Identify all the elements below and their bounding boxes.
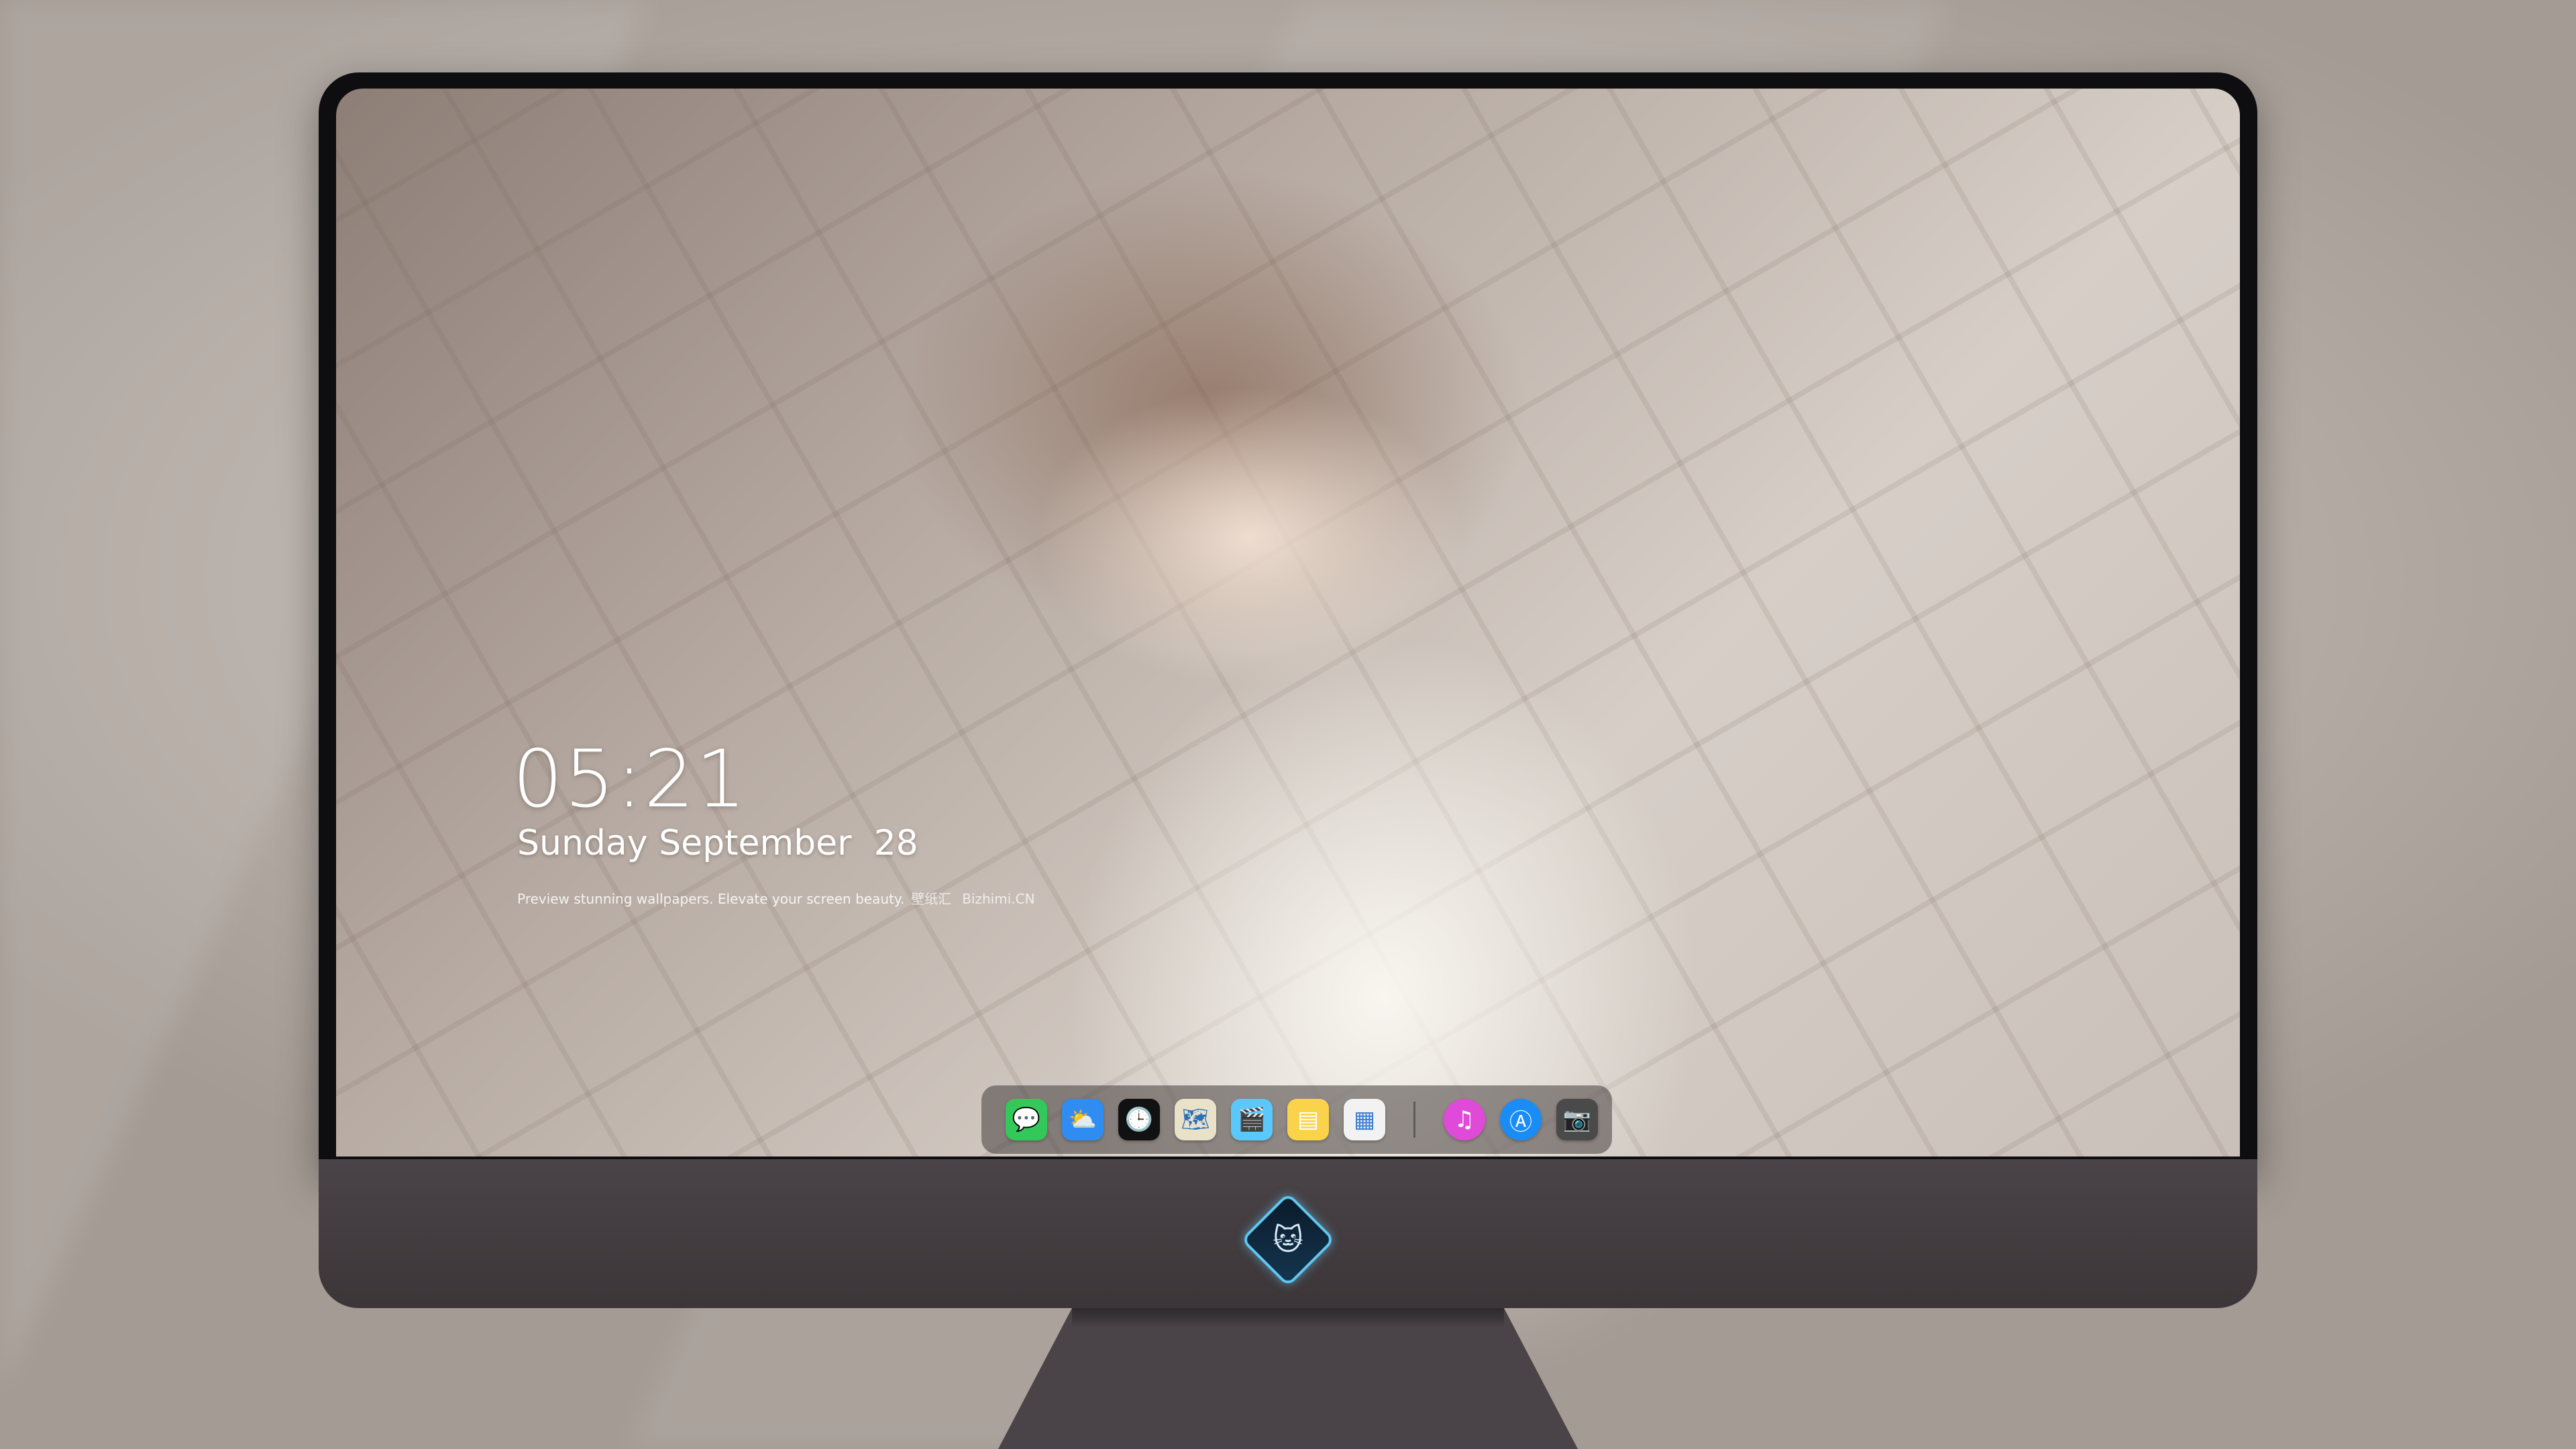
- camera-icon[interactable]: 📷: [1556, 1099, 1598, 1140]
- maps-icon[interactable]: 🗺: [1175, 1099, 1216, 1140]
- calendar-icon[interactable]: ▦: [1344, 1099, 1385, 1140]
- weather-icon[interactable]: ⛅: [1062, 1099, 1104, 1140]
- monitor-bezel: 05:21 Sunday September 28 Preview stunni…: [319, 72, 2257, 1173]
- lock-screen: 05:21 Sunday September 28 Preview stunni…: [336, 89, 2240, 1157]
- dock-separator: [1413, 1102, 1415, 1138]
- messages-icon[interactable]: 💬: [1006, 1099, 1047, 1140]
- brand-text: 壁纸汇: [911, 891, 952, 907]
- videos-icon[interactable]: 🎬: [1231, 1099, 1273, 1140]
- clock-icon[interactable]: 🕒: [1118, 1099, 1160, 1140]
- lock-time: 05:21: [513, 733, 748, 825]
- app-store-icon[interactable]: Ⓐ: [1500, 1099, 1542, 1140]
- lock-tagline: Preview stunning wallpapers. Elevate you…: [517, 888, 1035, 908]
- monitor-stand: [998, 1308, 1578, 1449]
- domain-text: Bizhimi.CN: [962, 891, 1035, 907]
- dock: 💬 ⛅ 🕒 🗺 🎬 ▤ ▦ ♫ Ⓐ 📷: [981, 1085, 1612, 1154]
- monitor-chin: 🐱: [319, 1159, 2257, 1308]
- tagline-text: Preview stunning wallpapers. Elevate you…: [517, 891, 905, 907]
- notes-icon[interactable]: ▤: [1287, 1099, 1329, 1140]
- logo-glyph: 🐱: [1273, 1222, 1303, 1257]
- lock-date: Sunday September 28: [517, 823, 918, 863]
- brand-logo-icon: 🐱: [1240, 1192, 1336, 1287]
- monitor-stand-joint: [1072, 1308, 1504, 1328]
- monitor: 05:21 Sunday September 28 Preview stunni…: [319, 72, 2257, 1449]
- itunes-icon[interactable]: ♫: [1444, 1099, 1485, 1140]
